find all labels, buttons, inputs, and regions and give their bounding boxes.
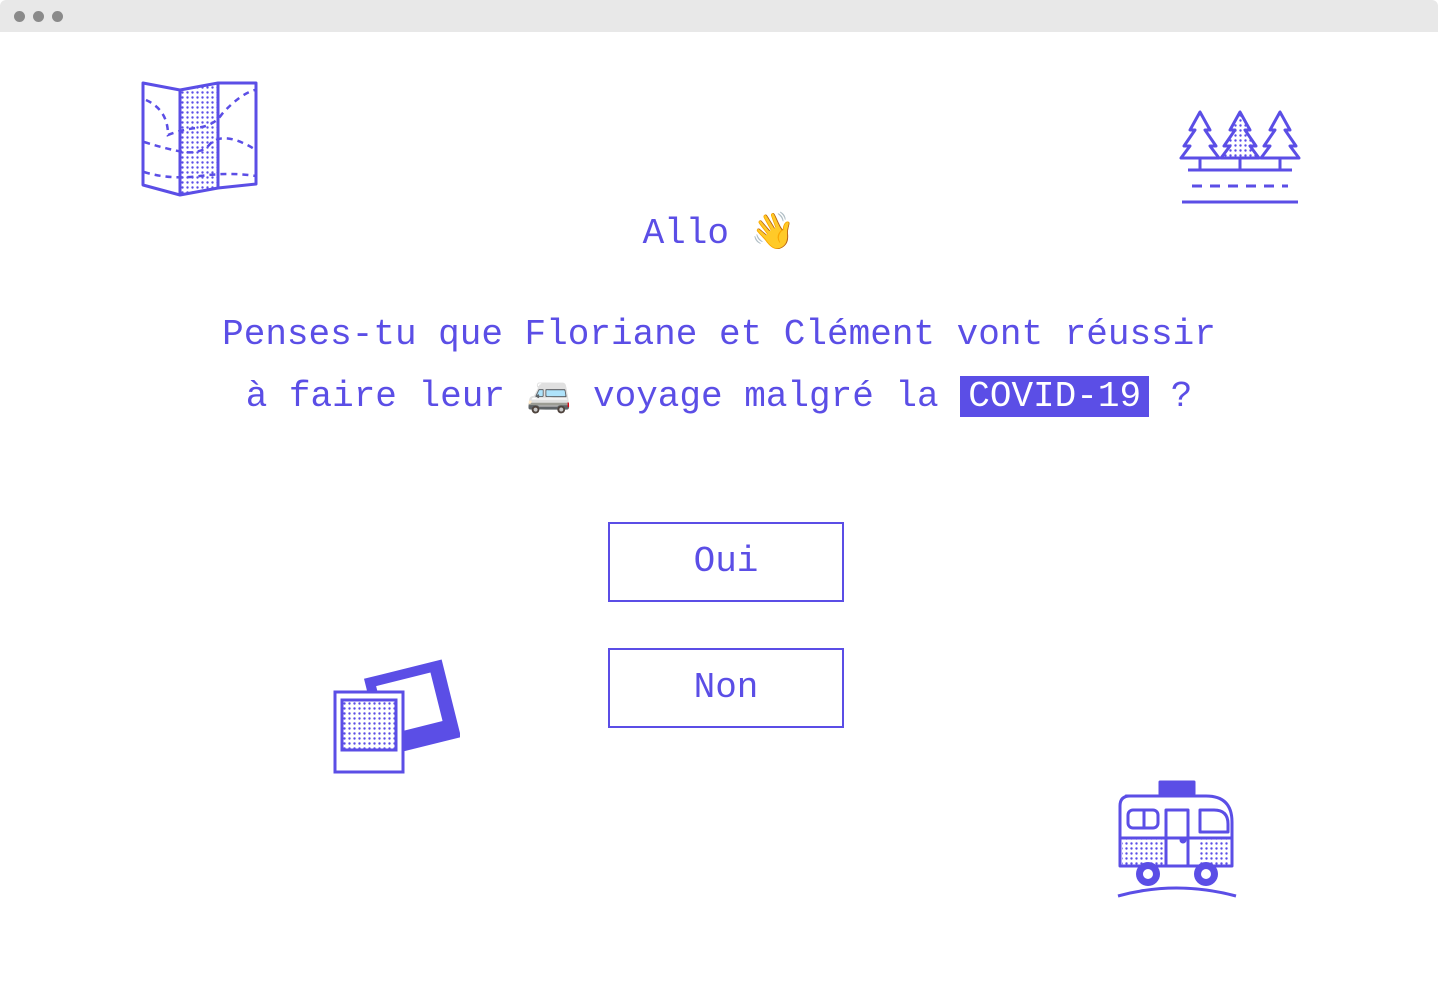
question-line-1: Penses-tu que Floriane et Clément vont r… xyxy=(222,314,1216,355)
question-line-2-start: à faire leur xyxy=(245,376,505,417)
covid-highlight: COVID-19 xyxy=(960,376,1150,417)
window-control-dot[interactable] xyxy=(52,11,63,22)
window-control-dot[interactable] xyxy=(33,11,44,22)
question-line-2-end: ? xyxy=(1170,376,1193,417)
trees-icon xyxy=(1179,110,1301,204)
map-icon xyxy=(141,81,258,197)
yes-button[interactable]: Oui xyxy=(608,522,844,602)
window-control-dot[interactable] xyxy=(14,11,25,22)
question-line-2-middle: voyage malgré la xyxy=(592,376,939,417)
window-titlebar xyxy=(0,0,1438,32)
photos-icon xyxy=(333,659,460,774)
van-emoji: 🚐 xyxy=(526,374,572,415)
no-button[interactable]: Non xyxy=(608,648,844,728)
camper-van-icon xyxy=(1117,780,1237,898)
waving-hand-emoji: 👋 xyxy=(750,211,796,252)
question-text: Penses-tu que Floriane et Clément vont r… xyxy=(0,305,1438,427)
greeting-text: Allo xyxy=(642,213,729,254)
question-line-2: à faire leur 🚐 voyage malgré la COVID-19… xyxy=(0,365,1438,427)
greeting: Allo 👋 xyxy=(0,203,1438,263)
